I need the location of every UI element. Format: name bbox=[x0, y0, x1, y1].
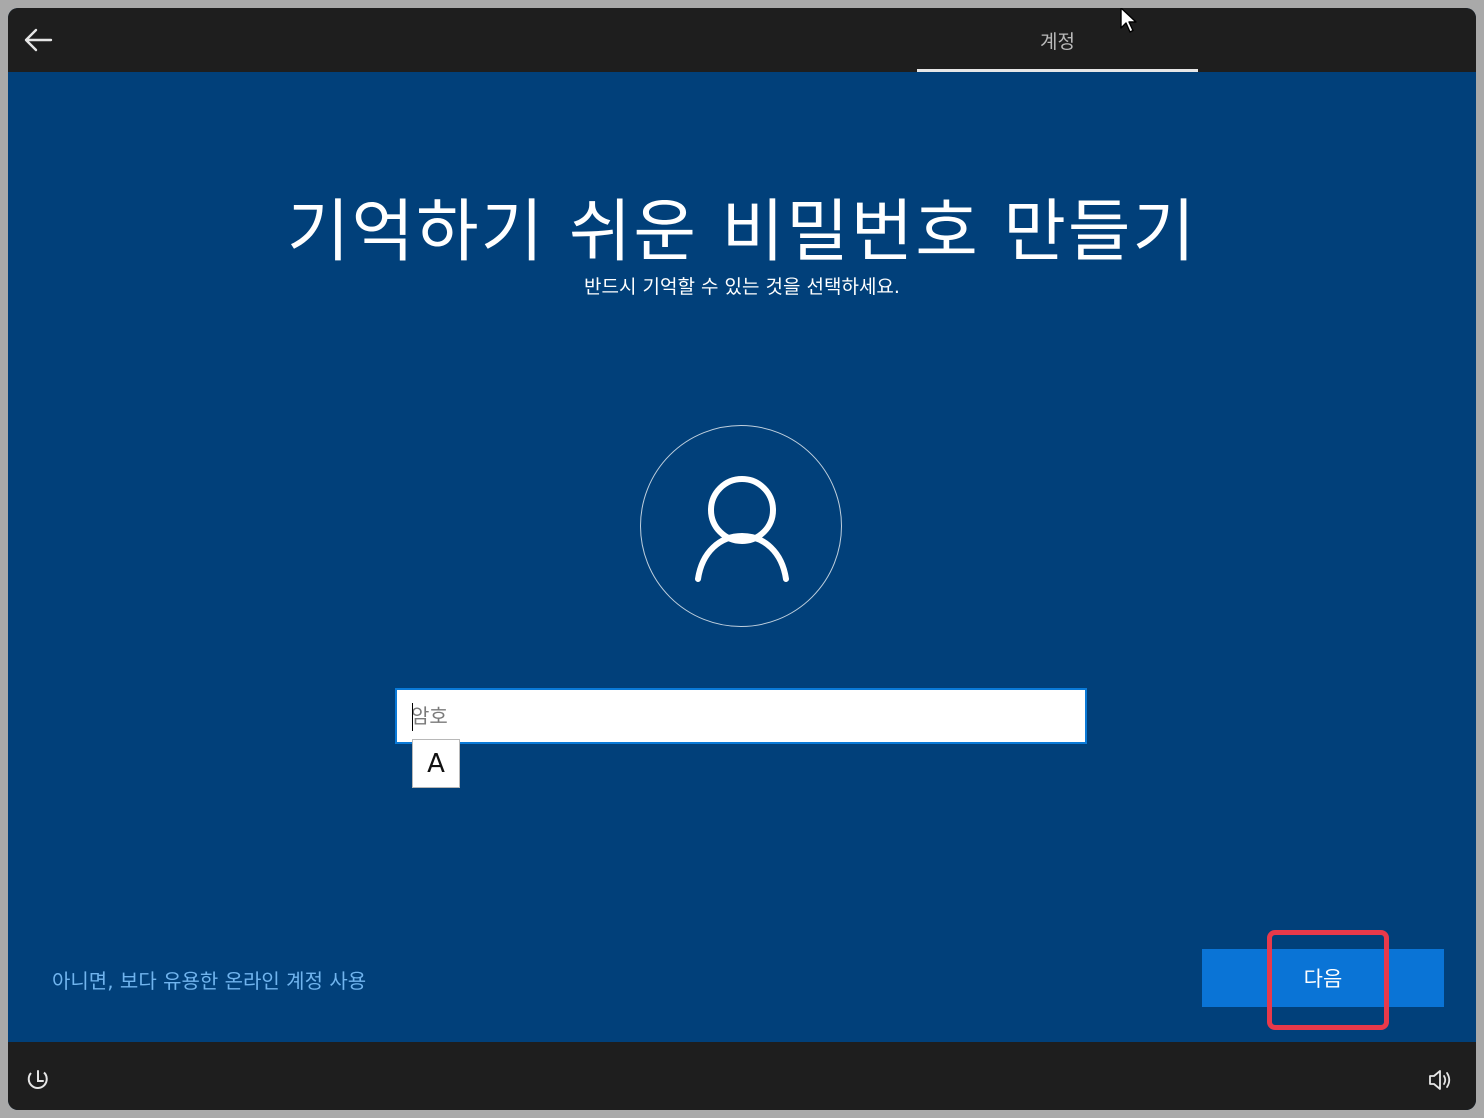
page-title: 기억하기 쉬운 비밀번호 만들기 bbox=[286, 193, 1198, 272]
user-icon bbox=[695, 476, 789, 582]
page-subtitle: 반드시 기억할 수 있는 것을 선택하세요. bbox=[584, 276, 900, 298]
volume-button[interactable] bbox=[1426, 1066, 1454, 1094]
password-field[interactable] bbox=[395, 688, 1087, 744]
accessibility-icon bbox=[27, 1070, 48, 1089]
next-button-label: 다음 bbox=[1303, 967, 1343, 991]
next-button[interactable]: 다음 bbox=[1202, 949, 1444, 1007]
bottom-bar bbox=[8, 1042, 1476, 1110]
password-input[interactable] bbox=[411, 690, 1085, 742]
text-caret bbox=[412, 703, 413, 731]
mouse-pointer-icon bbox=[1120, 8, 1137, 33]
avatar bbox=[640, 425, 842, 627]
online-account-link[interactable]: 아니면, 보다 유용한 온라인 계정 사용 bbox=[52, 965, 366, 994]
volume-icon bbox=[1429, 1070, 1451, 1090]
tab-account-label: 계정 bbox=[1040, 30, 1075, 53]
arrow-left-icon bbox=[24, 28, 53, 52]
ime-mode-indicator: A bbox=[412, 739, 460, 788]
tab-account: 계정 bbox=[917, 8, 1198, 72]
top-bar: 계정 bbox=[8, 8, 1476, 72]
back-button[interactable] bbox=[20, 22, 56, 58]
accessibility-button[interactable] bbox=[24, 1066, 52, 1094]
setup-window: 계정 기억하기 쉬운 비밀번호 만들기 반드시 기억할 수 있는 것을 선택하세… bbox=[8, 8, 1476, 1110]
